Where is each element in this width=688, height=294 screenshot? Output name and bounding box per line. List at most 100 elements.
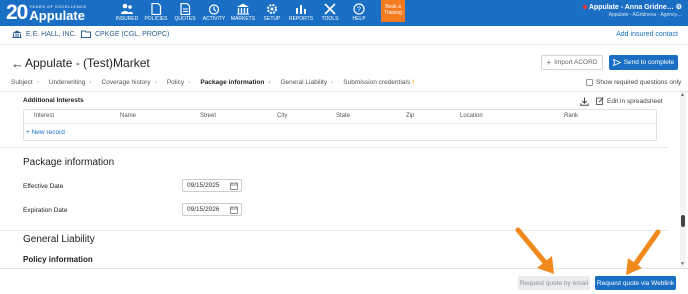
column-header[interactable]: State: [336, 113, 350, 119]
book-training-button[interactable]: Book a Training: [381, 0, 405, 22]
section-divider: [0, 147, 668, 148]
user-name: Appulate - Anna Gridne…: [588, 4, 674, 11]
column-header[interactable]: City: [277, 113, 287, 119]
activity-icon: [208, 4, 220, 15]
nav-setup[interactable]: SETUP: [259, 0, 285, 26]
plus-icon: +: [546, 58, 552, 67]
tab-label: Underwriting: [48, 79, 86, 86]
add-insured-contact-link[interactable]: Add insured contact: [616, 31, 678, 38]
nav-quotes[interactable]: QUOTES: [172, 0, 198, 26]
section-divider: [0, 230, 668, 231]
insured-link[interactable]: E.E. HALL, INC.: [12, 30, 77, 38]
nav-label: SETUP: [263, 16, 281, 22]
tab-label: Policy: [166, 79, 185, 86]
import-acord-button[interactable]: + Import ACORD: [541, 55, 603, 70]
nav-help[interactable]: ? HELP: [346, 0, 372, 26]
document-icon: [151, 3, 162, 15]
annotation-arrow-icon: [515, 227, 554, 274]
column-header[interactable]: Zip: [406, 113, 414, 119]
new-record-button[interactable]: + New record: [26, 129, 65, 136]
tab-package-information[interactable]: Package information ›: [200, 79, 270, 86]
edit-icon: [596, 97, 604, 105]
additional-interests-table: Interest Name Street City State Zip Loca…: [23, 109, 657, 141]
tab-general-liability[interactable]: General Liability ›: [280, 79, 333, 86]
settings-gear-icon[interactable]: ⚙: [676, 4, 682, 11]
logo-brand: Appulate: [29, 7, 85, 23]
send-to-complete-button[interactable]: Send to complete: [609, 55, 678, 70]
context-bar: E.E. HALL, INC. CPKGE (CGL, PROPC) Add i…: [0, 26, 688, 45]
nav-activity[interactable]: ACTIVITY: [201, 0, 227, 26]
nav-policies[interactable]: POLICIES: [143, 0, 169, 26]
required-only-label: Show required questions only: [596, 79, 682, 86]
nav-label: TOOLS: [321, 16, 339, 22]
scroll-down-arrow-icon[interactable]: ▼: [680, 261, 685, 267]
notification-dot: [582, 5, 587, 10]
tab-policy[interactable]: Policy ›: [167, 79, 191, 86]
nav-label: INSURED: [115, 16, 139, 22]
appulate-logo[interactable]: 20 YEARS OF EXCELLENCE Appulate: [6, 2, 87, 24]
quote-document-icon: [180, 3, 191, 15]
form-tabs: Subject › Underwriting › Coverage history ›…: [11, 79, 424, 86]
scrollbar-thumb[interactable]: [681, 215, 685, 227]
nav-label: REPORTS: [288, 16, 314, 22]
expiration-date-label: Expiration Date: [23, 207, 68, 214]
back-arrow-icon[interactable]: ←: [11, 56, 24, 71]
edit-in-spreadsheet-link[interactable]: Edit in spreadsheet: [596, 97, 663, 105]
nav-insured[interactable]: INSURED: [114, 0, 140, 26]
column-header[interactable]: Street: [200, 113, 216, 119]
request-quote-via-weblink-button[interactable]: Request quote via Weblink: [595, 276, 676, 290]
column-header[interactable]: Interest: [34, 113, 54, 119]
building-icon: [12, 30, 22, 38]
policy-link[interactable]: CPKGE (CGL, PROPC): [81, 30, 169, 38]
top-navigation-bar: 20 YEARS OF EXCELLENCE Appulate INSURED …: [0, 0, 688, 26]
additional-interests-title: Additional Interests: [23, 97, 84, 104]
expiration-date-field[interactable]: 09/15/2026: [182, 203, 242, 216]
policy-name: CPKGE (CGL, PROPC): [95, 30, 170, 38]
tab-label: Coverage history: [101, 79, 151, 86]
tab-label: Subject: [11, 79, 33, 86]
download-icon[interactable]: [580, 97, 589, 106]
nav-label: ACTIVITY: [202, 16, 226, 22]
send-icon: [612, 59, 621, 66]
user-menu[interactable]: Appulate - Anna Gridne… ⚙ Appulate - AGr…: [582, 3, 682, 18]
logo-number: 20: [6, 1, 28, 24]
nav-label: QUOTES: [174, 16, 196, 22]
nav-label: POLICIES: [144, 16, 168, 22]
tabs-divider: [0, 91, 688, 92]
nav-tools[interactable]: TOOLS: [317, 0, 343, 26]
new-record-label: New record: [31, 129, 65, 136]
calendar-icon[interactable]: [230, 206, 238, 214]
tab-label: Package information: [200, 79, 265, 86]
nav-label: HELP: [352, 16, 366, 22]
vertical-scrollbar[interactable]: [680, 92, 686, 268]
column-header[interactable]: Location: [460, 113, 483, 119]
import-acord-label: Import ACORD: [554, 59, 598, 66]
main-menu: INSURED POLICIES QUOTES ACTIVITY MARKETS…: [114, 0, 375, 26]
warning-badge: !: [412, 79, 415, 86]
page-title: Appulate - (Test)Market: [25, 56, 150, 70]
training-label-line2: Training: [384, 10, 402, 16]
users-icon: [121, 3, 133, 14]
required-only-checkbox[interactable]: [586, 79, 593, 86]
effective-date-field[interactable]: 09/15/2025: [182, 179, 242, 192]
request-quote-by-email-button[interactable]: Request quote by email: [518, 276, 590, 290]
nav-markets[interactable]: MARKETS: [230, 0, 256, 26]
column-header[interactable]: Name: [120, 113, 136, 119]
package-information-heading: Package information: [23, 157, 115, 168]
calendar-icon[interactable]: [230, 182, 238, 190]
gear-icon: [267, 4, 277, 14]
folder-icon: [81, 30, 91, 38]
help-icon: ?: [353, 3, 365, 15]
tab-submission-credentials[interactable]: Submission credentials!: [343, 79, 414, 86]
effective-date-label: Effective Date: [23, 183, 64, 190]
required-only-toggle[interactable]: Show required questions only: [586, 79, 681, 86]
tab-subject[interactable]: Subject ›: [11, 79, 39, 86]
nav-reports[interactable]: REPORTS: [288, 0, 314, 26]
expiration-date-value: 09/15/2026: [187, 206, 220, 213]
tab-coverage-history[interactable]: Coverage history ›: [102, 79, 157, 86]
bank-icon: [237, 3, 249, 15]
scroll-up-arrow-icon[interactable]: ▲: [680, 92, 685, 98]
tab-underwriting[interactable]: Underwriting ›: [49, 79, 92, 86]
column-header[interactable]: Rank: [564, 113, 578, 119]
nav-label: MARKETS: [230, 16, 256, 22]
